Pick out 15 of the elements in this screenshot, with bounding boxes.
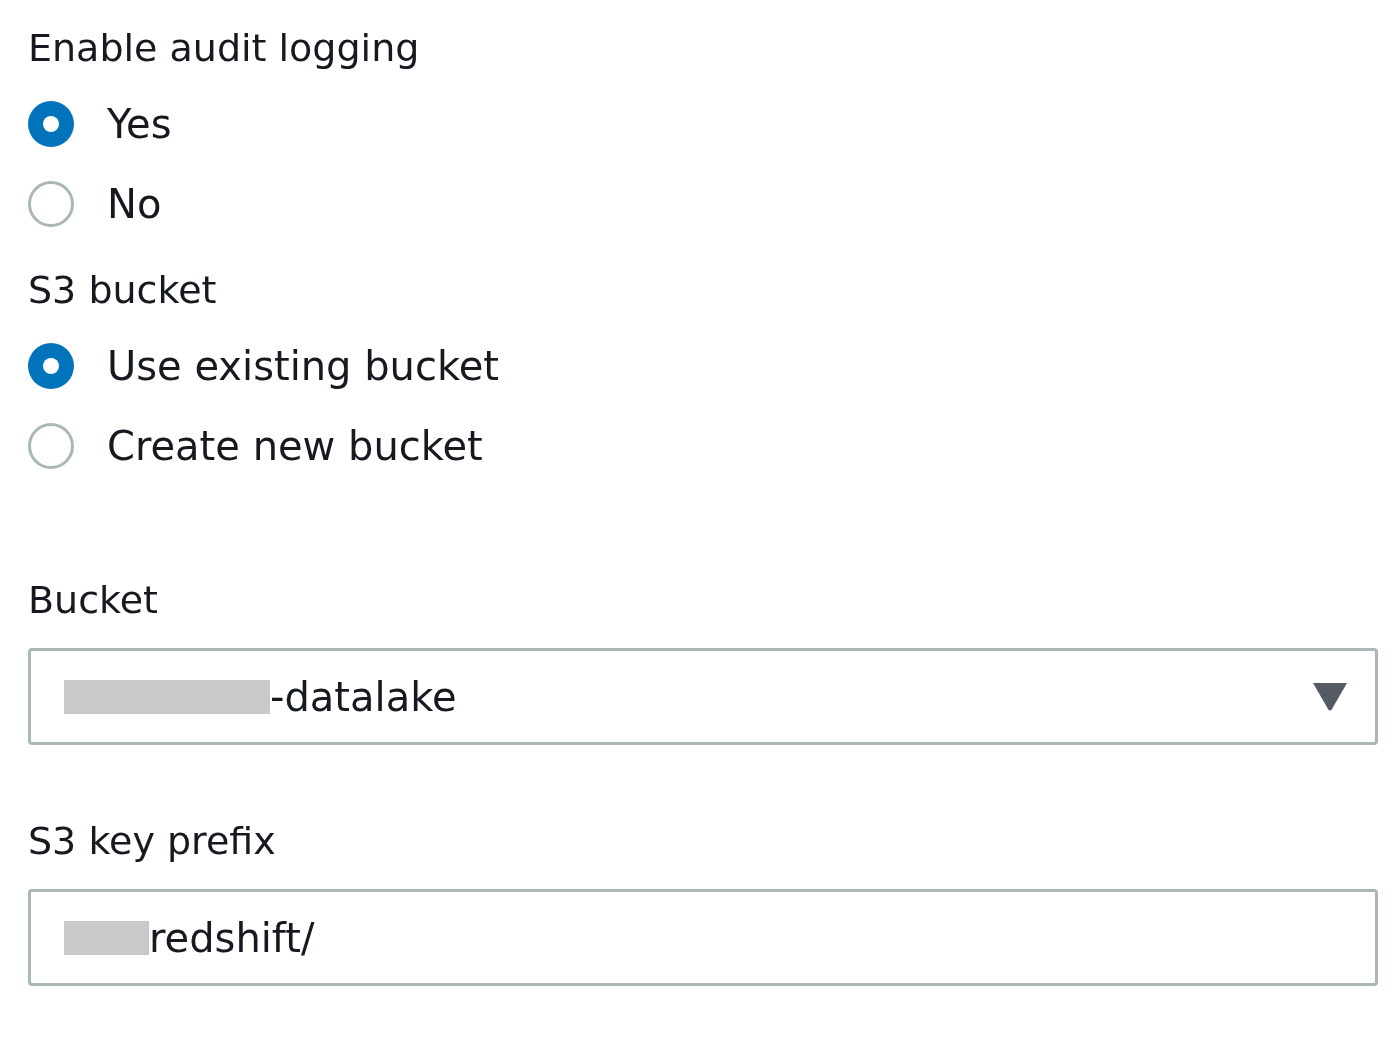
- option-label[interactable]: Yes: [107, 94, 172, 154]
- option-label[interactable]: Create new bucket: [107, 416, 483, 476]
- radio-button[interactable]: [28, 423, 74, 469]
- group-label: S3 bucket: [28, 267, 218, 314]
- field-label: Bucket: [28, 577, 159, 624]
- option-label[interactable]: Use existing bucket: [107, 336, 499, 396]
- radio-button[interactable]: [28, 343, 74, 389]
- radio-button[interactable]: [28, 101, 74, 147]
- caret-icon: [1313, 682, 1347, 711]
- radio-button[interactable]: [28, 181, 74, 227]
- option-label[interactable]: No: [107, 174, 162, 234]
- group-label: Enable audit logging: [28, 25, 421, 72]
- input-field[interactable]: redshift/: [28, 889, 1378, 986]
- bucket-select[interactable]: -datalake: [28, 648, 1378, 745]
- field-label: S3 key prefix: [28, 818, 277, 865]
